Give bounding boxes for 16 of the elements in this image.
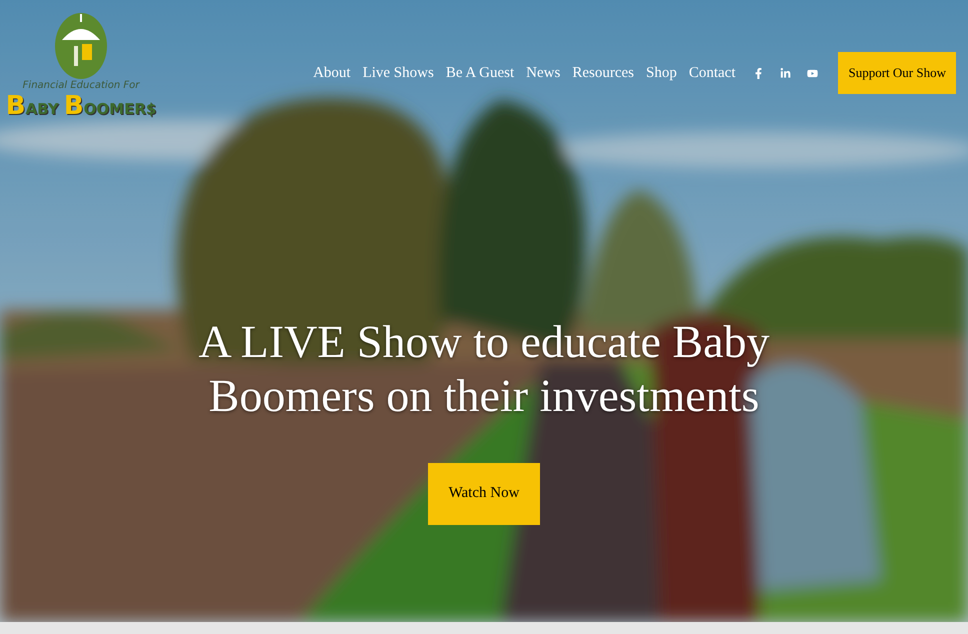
logo-tagline: Financial Education For: [22, 80, 140, 92]
linkedin-icon[interactable]: [780, 68, 792, 78]
youtube-icon[interactable]: [807, 68, 818, 78]
umbrella-logo-icon: [54, 10, 108, 80]
nav-link[interactable]: Contact: [688, 62, 736, 84]
nav-link[interactable]: Live Shows: [362, 62, 434, 84]
nav-link[interactable]: About: [313, 62, 351, 84]
support-button[interactable]: Support Our Show: [838, 52, 956, 94]
nav-link[interactable]: Resources: [572, 62, 634, 84]
nav-link[interactable]: Be A Guest: [446, 62, 514, 84]
hero-headline: A LIVE Show to educate Baby Boomers on their investments: [197, 314, 771, 422]
facebook-icon[interactable]: [753, 68, 764, 78]
nav-link[interactable]: News: [526, 62, 560, 84]
nav-link[interactable]: Shop: [646, 62, 677, 84]
watch-now-button[interactable]: Watch Now: [428, 462, 540, 524]
logo-name: BABY BOOMER$: [6, 92, 156, 118]
